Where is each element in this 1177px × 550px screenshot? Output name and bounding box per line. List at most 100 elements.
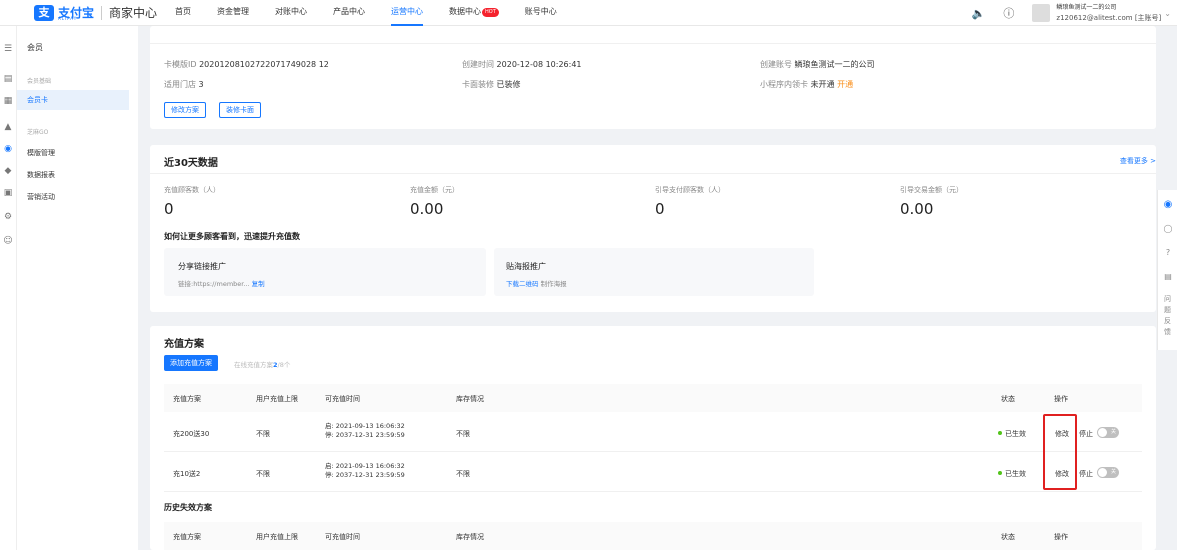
- col-status: 状态: [1001, 395, 1015, 403]
- nav-data-center[interactable]: 数据中心 HOT: [449, 0, 499, 26]
- gift-icon[interactable]: ◆: [3, 166, 13, 176]
- plan-toggle[interactable]: 关: [1097, 427, 1119, 438]
- nav-products[interactable]: 产品中心: [333, 0, 365, 26]
- stop-plan-link[interactable]: 停止: [1079, 429, 1093, 439]
- col-status: 状态: [1001, 533, 1015, 541]
- plan-end: 停: 2037-12-31 23:59:59: [325, 431, 405, 439]
- metric-value-recharge-amount: 0.00: [410, 200, 444, 218]
- share-link-row: 链接:https://member... 复制: [178, 278, 265, 288]
- miniapp-status: 未开通: [810, 80, 835, 89]
- col-time: 可充值时间: [325, 533, 360, 541]
- recharge-panel: 充值方案 添加充值方案 在线充值方案2/8个 充值方案 用户充值上限 可充值时间…: [150, 326, 1156, 550]
- shop-icon[interactable]: ▲: [3, 122, 13, 132]
- stop-plan-link[interactable]: 停止: [1079, 469, 1093, 479]
- headset-icon[interactable]: ◯: [1163, 224, 1173, 234]
- decoration-value: 已装修: [496, 80, 521, 89]
- avatar[interactable]: [1032, 4, 1051, 22]
- robot-icon[interactable]: ◉: [1163, 200, 1173, 210]
- status-dot: [998, 431, 1002, 435]
- metric-label-recharge-amount: 充值金额（元）: [410, 186, 459, 194]
- poster-title: 贴海报推广: [506, 262, 546, 271]
- plan-stock: 不限: [456, 470, 470, 478]
- nav-home[interactable]: 首页: [175, 0, 191, 26]
- metric-value-guided-amount: 0.00: [900, 200, 934, 218]
- add-recharge-plan-button[interactable]: 添加充值方案: [164, 355, 218, 371]
- stats-divider: [150, 173, 1156, 174]
- make-poster-link[interactable]: 制作海报: [541, 280, 567, 288]
- top-right-tools: 🔈 ⓘ 鳞琅鱼测试一二的公司 z120612@alitest.com [主账号]…: [972, 0, 1177, 26]
- plan-stock: 不限: [456, 430, 470, 438]
- highlight-box: [1043, 414, 1077, 490]
- question-icon[interactable]: ?: [1163, 248, 1173, 258]
- speaker-icon[interactable]: 🔈: [972, 7, 986, 20]
- member-icon[interactable]: ◉: [3, 144, 13, 154]
- poster-actions: 下载二维码 制作海报: [506, 278, 567, 288]
- card-info-panel: 卡模版ID 20201208102722071749028 12 创建时间 20…: [150, 26, 1156, 129]
- wallet-icon[interactable]: ▤: [3, 74, 13, 84]
- status-text: 已生效: [1005, 430, 1026, 438]
- plan-start: 启: 2021-09-13 16:06:32: [325, 422, 405, 430]
- col-plan: 充值方案: [173, 395, 201, 403]
- creator-value: 鳞琅鱼测试一二的公司: [794, 60, 875, 69]
- creator-row: 创建账号 鳞琅鱼测试一二的公司: [760, 59, 875, 70]
- help-icon[interactable]: ⓘ: [1003, 5, 1014, 21]
- plan-toggle[interactable]: 关: [1097, 467, 1119, 478]
- feedback-link[interactable]: 问题反馈: [1164, 294, 1172, 338]
- alipay-logo[interactable]: 支 支付宝 商家中心: [34, 4, 157, 21]
- plan-end: 停: 2037-12-31 23:59:59: [325, 471, 405, 479]
- settings-icon[interactable]: ⚙: [3, 212, 13, 222]
- icon-rail: ☰ ▤ ▦ ▲ ◉ ◆ ▣ ⚙ ☺: [0, 26, 17, 550]
- stores-label: 适用门店: [164, 80, 196, 89]
- copy-link[interactable]: 复制: [252, 280, 265, 288]
- nav-reconciliation[interactable]: 对账中心: [275, 0, 307, 26]
- card-info-header: [150, 26, 1156, 44]
- chevron-down-icon[interactable]: ⌄: [1164, 9, 1171, 18]
- document-icon[interactable]: ▦: [3, 96, 13, 106]
- online-count-prefix: 在线充值方案: [234, 361, 273, 369]
- metric-label-guided-customers: 引导支付顾客数（人）: [655, 186, 725, 194]
- sidebar-item-reports[interactable]: 数据报表: [17, 165, 129, 185]
- metric-value-recharge-customers: 0: [164, 200, 174, 218]
- sidebar: 会员 会员基础 会员卡 芝麻GO 模版管理 数据报表 营销活动: [17, 26, 138, 550]
- view-more-link[interactable]: 查看更多 >: [1120, 156, 1156, 166]
- logo-divider: [101, 5, 103, 20]
- template-id-row: 卡模版ID 20201208102722071749028 12: [164, 59, 329, 70]
- col-actions: 操作: [1054, 533, 1068, 541]
- sidebar-item-member-card[interactable]: 会员卡: [17, 90, 129, 110]
- alipay-logo-icon: 支: [34, 4, 54, 21]
- user-icon[interactable]: ☺: [3, 236, 13, 246]
- history-title: 历史失效方案: [164, 503, 212, 512]
- col-actions: 操作: [1054, 395, 1068, 403]
- download-qr-link[interactable]: 下载二维码: [506, 280, 539, 288]
- nav-account[interactable]: 账号中心: [525, 0, 557, 26]
- account-info[interactable]: 鳞琅鱼测试一二的公司 z120612@alitest.com [主账号]: [1056, 3, 1161, 23]
- account-email: z120612@alitest.com [主账号]: [1056, 14, 1162, 22]
- miniapp-open-link[interactable]: 开通: [837, 80, 853, 89]
- col-time: 可充值时间: [325, 395, 360, 403]
- edit-plan-button[interactable]: 修改方案: [164, 102, 206, 118]
- nav-operations[interactable]: 运营中心: [391, 0, 424, 26]
- top-nav-bar: 支 支付宝 商家中心 ALIPAY 首页 资金管理 对账中心 产品中心 运营中心…: [0, 0, 1177, 26]
- sidebar-group-zhima-go: 芝麻GO: [27, 129, 49, 136]
- menu-icon[interactable]: ☰: [3, 44, 13, 54]
- stats-title: 近30天数据: [164, 158, 218, 169]
- plan-time: 启: 2021-09-13 16:06:32 停: 2037-12-31 23:5…: [325, 462, 405, 480]
- recharge-title: 充值方案: [164, 339, 204, 350]
- new-feature-icon[interactable]: ▤: [1163, 272, 1173, 282]
- plan-start: 启: 2021-09-13 16:06:32: [325, 462, 405, 470]
- sidebar-item-marketing[interactable]: 营销活动: [17, 187, 129, 207]
- nav-data-center-label: 数据中心: [449, 6, 482, 16]
- plan-time: 启: 2021-09-13 16:06:32 停: 2037-12-31 23:5…: [325, 422, 405, 440]
- plan-status: 已生效: [998, 469, 1026, 479]
- nav-funds[interactable]: 资金管理: [217, 0, 249, 26]
- logo-subtext: ALIPAY: [58, 16, 78, 21]
- miniapp-label: 小程序内领卡: [760, 80, 808, 89]
- card-icon[interactable]: ▣: [3, 188, 13, 198]
- decorate-card-button[interactable]: 装修卡面: [219, 102, 261, 118]
- sidebar-item-templates[interactable]: 模版管理: [17, 143, 129, 163]
- status-dot: [998, 471, 1002, 475]
- created-time-label: 创建时间: [462, 60, 494, 69]
- floating-toolbar: ◉ ◯ ? ▤ 问题反馈: [1157, 190, 1177, 350]
- template-id-value: 20201208102722071749028 12: [199, 60, 329, 69]
- poster-card: 贴海报推广 下载二维码 制作海报: [494, 248, 814, 296]
